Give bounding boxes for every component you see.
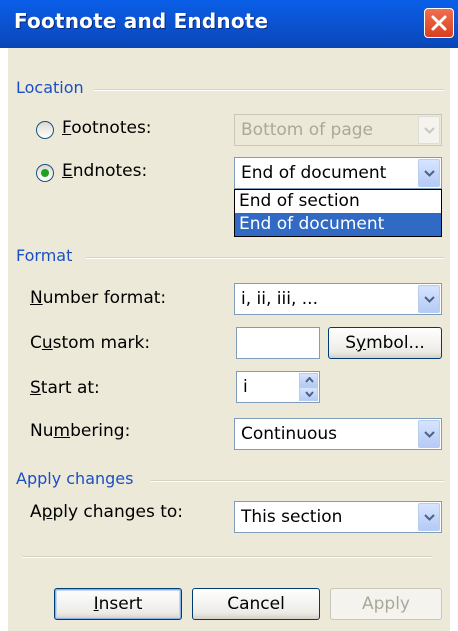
endnotes-dropdown-button[interactable]: [418, 159, 440, 187]
numbering-label: Numbering:: [30, 421, 131, 441]
apply-changes-dropdown-button[interactable]: [418, 503, 440, 531]
bottom-divider: [22, 556, 432, 558]
start-at-spinner[interactable]: i: [236, 371, 320, 403]
chevron-down-icon: [424, 170, 435, 177]
radio-selected-dot: [41, 169, 49, 177]
number-format-select[interactable]: i, ii, iii, ...: [234, 283, 442, 315]
apply-changes-to-select[interactable]: This section: [234, 501, 442, 533]
location-divider: [94, 89, 444, 91]
format-divider: [86, 257, 444, 259]
close-button[interactable]: [424, 8, 454, 38]
apply-button: Apply: [330, 588, 442, 620]
spin-down-button[interactable]: [299, 387, 318, 401]
chevron-down-icon: [424, 296, 435, 303]
insert-button[interactable]: Insert: [54, 588, 182, 620]
spin-up-button[interactable]: [299, 373, 318, 387]
endnotes-position-select[interactable]: End of document: [234, 157, 442, 189]
symbol-button[interactable]: Symbol...: [328, 327, 442, 359]
arrow-up-icon: [305, 377, 314, 383]
close-icon: [431, 15, 447, 31]
footnotes-label: Footnotes:: [62, 118, 152, 138]
chevron-down-icon: [424, 514, 435, 521]
endnotes-radio[interactable]: [36, 164, 54, 182]
window-title: Footnote and Endnote: [14, 9, 269, 33]
numbering-select[interactable]: Continuous: [234, 418, 442, 450]
footnotes-radio[interactable]: [36, 121, 54, 139]
chevron-down-icon: [424, 431, 435, 438]
start-at-label: Start at:: [30, 378, 100, 398]
dropdown-option-end-of-section[interactable]: End of section: [235, 190, 441, 213]
custom-mark-input[interactable]: [236, 327, 320, 359]
endnotes-dropdown-list[interactable]: End of section End of document: [234, 189, 442, 237]
title-bar[interactable]: Footnote and Endnote: [0, 0, 458, 48]
apply-changes-to-label: Apply changes to:: [30, 502, 184, 522]
arrow-down-icon: [305, 391, 314, 397]
custom-mark-label: Custom mark:: [30, 333, 151, 353]
apply-changes-divider: [150, 480, 444, 482]
apply-changes-section-label: Apply changes: [16, 469, 134, 488]
format-section-label: Format: [16, 246, 73, 265]
chevron-down-icon: [424, 127, 435, 134]
location-section-label: Location: [16, 78, 84, 97]
cancel-button[interactable]: Cancel: [192, 588, 320, 620]
footnotes-dropdown-button: [418, 116, 440, 144]
number-format-label: Number format:: [30, 288, 167, 308]
dialog-body: Location Footnotes: Bottom of page Endno…: [8, 48, 450, 631]
numbering-dropdown-button[interactable]: [418, 420, 440, 448]
number-format-dropdown-button[interactable]: [418, 285, 440, 313]
endnotes-label: Endnotes:: [62, 161, 148, 181]
start-at-value: i: [243, 377, 248, 397]
footnotes-position-select: Bottom of page: [234, 114, 442, 146]
dropdown-option-end-of-document[interactable]: End of document: [235, 213, 441, 236]
